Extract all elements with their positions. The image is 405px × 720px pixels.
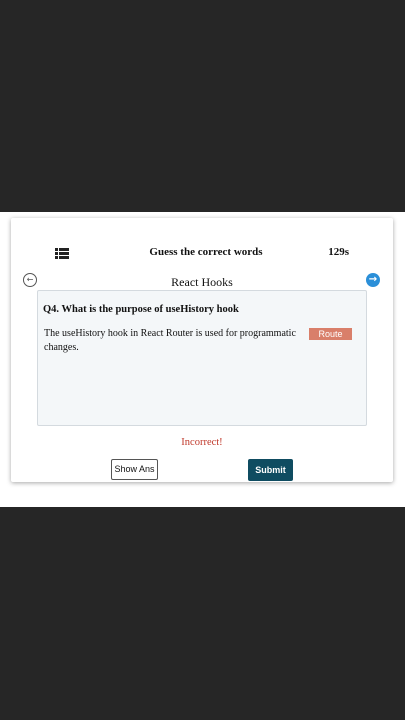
feedback-message: Incorrect!	[181, 437, 223, 448]
sentence-part-1: The useHistory hook in React Router is u…	[44, 328, 296, 339]
countdown-timer: 129s	[328, 246, 349, 258]
submit-button[interactable]: Submit	[248, 459, 293, 481]
show-answer-button[interactable]: Show Ans	[111, 459, 158, 480]
question-text: Q4. What is the purpose of useHistory ho…	[43, 304, 239, 315]
topic-title: React Hooks	[171, 275, 233, 289]
answer-blank-input[interactable]: Route	[309, 328, 352, 340]
fill-blank-sentence: The useHistory hook in React Router is u…	[44, 327, 306, 355]
question-panel: Q4. What is the purpose of useHistory ho…	[37, 290, 367, 426]
list-menu-icon[interactable]	[55, 248, 69, 259]
quiz-card: Guess the correct words 129s ← → React H…	[11, 218, 393, 482]
quiz-stage: Guess the correct words 129s ← → React H…	[0, 212, 405, 507]
sentence-part-2: changes.	[44, 342, 79, 353]
header-title: Guess the correct words	[149, 246, 263, 258]
